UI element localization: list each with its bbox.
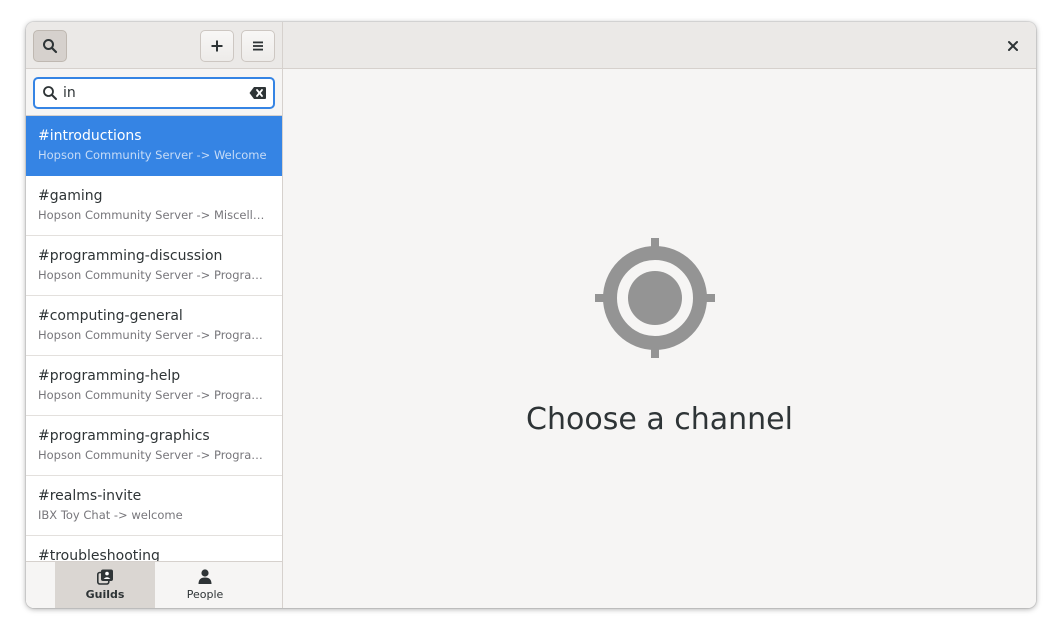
channel-item-gaming[interactable]: #gaming Hopson Community Server -> Misce… [26,176,282,236]
channel-name: #programming-discussion [38,248,223,264]
channel-name: #gaming [38,188,103,204]
header-bar [26,22,1036,69]
channel-item-programming-discussion[interactable]: #programming-discussion Hopson Community… [26,236,282,296]
sidebar: #introductions Hopson Community Server -… [26,69,283,608]
plus-icon [211,40,223,52]
sidebar-header [26,22,283,69]
channel-path: Hopson Community Server -> Miscellaneous [38,208,270,222]
channel-path: Hopson Community Server -> Programming [38,328,270,342]
channel-path: Hopson Community Server -> Programming [38,268,270,282]
people-label: People [186,588,224,601]
guilds-label: Guilds [85,588,125,601]
channel-item-programming-help[interactable]: #programming-help Hopson Community Serve… [26,356,282,416]
channel-item-programming-graphics[interactable]: #programming-graphics Hopson Community S… [26,416,282,476]
main-menu-button[interactable] [241,30,275,62]
placeholder-title: Choose a channel [526,402,793,437]
channel-name: #realms-invite [38,488,142,504]
channel-item-realms-invite[interactable]: #realms-invite IBX Toy Chat -> welcome [26,476,282,536]
channel-path: Hopson Community Server -> Welcome [38,148,267,162]
clear-search-icon[interactable] [249,85,267,101]
channel-item-troubleshooting[interactable]: #troubleshooting [26,536,282,561]
search-icon [43,39,58,54]
search-icon [43,86,57,100]
guilds-icon [96,569,113,585]
channel-name: #programming-graphics [38,428,210,444]
close-window-button[interactable] [1001,34,1025,58]
channel-name: #introductions [38,128,142,144]
close-icon [1008,41,1018,51]
channel-path: Hopson Community Server -> Programming [38,388,270,402]
hamburger-menu-icon [253,41,263,51]
person-icon [198,569,212,584]
search-toggle-button[interactable] [33,30,67,62]
target-crosshair-icon [595,238,715,358]
channel-name: #computing-general [38,308,183,324]
people-tab[interactable]: People [155,562,255,608]
add-button[interactable] [200,30,234,62]
main-content: Choose a channel [283,69,1036,608]
app-window: #introductions Hopson Community Server -… [26,22,1036,608]
search-bar [26,69,282,116]
search-entry[interactable] [33,77,275,109]
guilds-tab[interactable]: Guilds [55,562,155,608]
search-input[interactable] [63,82,243,104]
view-switcher: Guilds People [26,561,282,608]
channel-path: IBX Toy Chat -> welcome [38,508,183,522]
channel-item-introductions[interactable]: #introductions Hopson Community Server -… [26,116,282,176]
channel-name: #programming-help [38,368,181,384]
channel-name: #troubleshooting [38,548,160,561]
channel-path: Hopson Community Server -> Programming [38,448,270,462]
channel-list: #introductions Hopson Community Server -… [26,116,282,561]
channel-item-computing-general[interactable]: #computing-general Hopson Community Serv… [26,296,282,356]
